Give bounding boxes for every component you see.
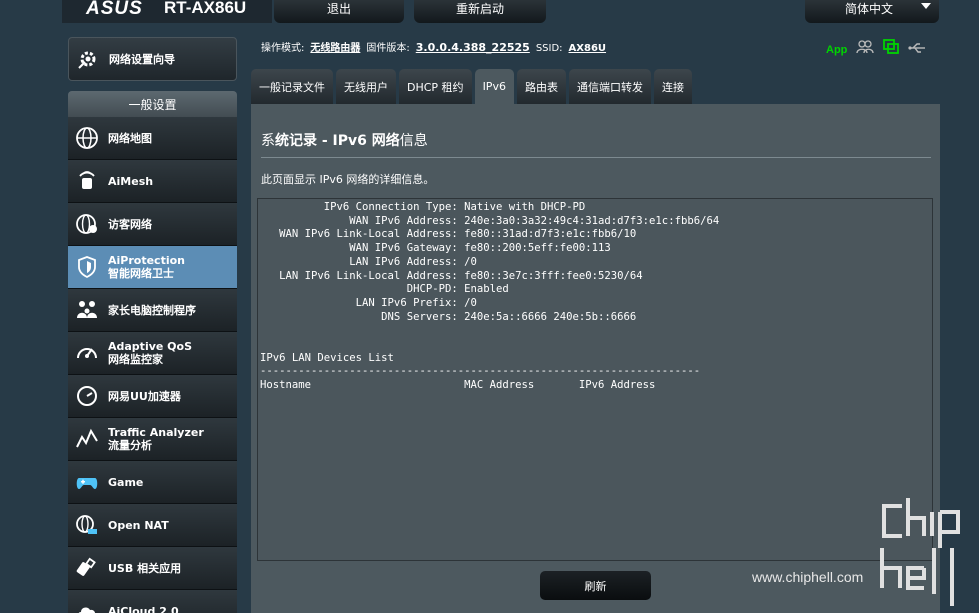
op-mode-label: 操作模式: (261, 43, 305, 54)
globe-network-icon (74, 125, 100, 151)
sidebar-item-parental-control[interactable]: 家长电脑控制程序 (68, 289, 237, 332)
sidebar-item-open-nat[interactable]: Open NAT (68, 504, 237, 547)
ssid-label: SSID: (535, 43, 563, 54)
sidebar-item-aiprotection[interactable]: AiProtection 智能网络卫士 (68, 246, 237, 289)
tab-routing-table[interactable]: 路由表 (516, 69, 566, 104)
sidebar-item-label: 网络地图 (108, 131, 152, 145)
sidebar-item-label: Open NAT (108, 518, 169, 532)
traffic-chart-icon (74, 426, 100, 452)
tab-connections[interactable]: 连接 (653, 69, 692, 104)
cloud-icon (74, 598, 100, 613)
content-panel: 系统记录 - IPv6 网络信息 此页面显示 IPv6 网络的详细信息。 IPv… (251, 104, 940, 613)
sidebar-item-label: 网易UU加速器 (108, 389, 181, 403)
language-value: 简体中文 (845, 2, 894, 16)
sidebar-item-label: USB 相关应用 (108, 561, 182, 575)
sidebar-item-uu-booster[interactable]: 网易UU加速器 (68, 375, 237, 418)
title-bold: 统记录 - IPv6 网络 (275, 133, 400, 149)
quick-setup-button[interactable]: 网络设置向导 (68, 37, 237, 81)
tab-general-log[interactable]: 一般记录文件 (251, 69, 333, 104)
shield-icon (74, 254, 100, 280)
sidebar-section-header: 一般设置 (68, 91, 237, 117)
speedometer-icon (74, 340, 100, 366)
asus-logo: ASUS (86, 0, 143, 19)
ssid-link[interactable]: AX86U (569, 43, 607, 54)
sidebar-item-usb-apps[interactable]: USB 相关应用 (68, 547, 237, 590)
firmware-link[interactable]: 3.0.0.4.388_22525 (416, 41, 530, 54)
sidebar-item-aimesh[interactable]: AiMesh (68, 160, 237, 203)
gauge-icon (74, 383, 100, 409)
sidebar-item-traffic-analyzer[interactable]: Traffic Analyzer 流量分析 (68, 418, 237, 461)
language-select[interactable]: 简体中文 (805, 0, 939, 23)
app-link[interactable]: App (826, 44, 847, 56)
page-title: 系统记录 - IPv6 网络信息 (261, 130, 428, 150)
sidebar-item-network-map[interactable]: 网络地图 (68, 117, 237, 160)
log-tabs: 一般记录文件 无线用户 DHCP 租约 IPv6 路由表 通信端口转发 连接 (251, 69, 692, 104)
sidebar-item-game[interactable]: Game (68, 461, 237, 504)
wizard-gear-icon (75, 46, 101, 72)
title-divider (261, 157, 931, 158)
sidebar-item-sublabel: 流量分析 (108, 439, 152, 452)
page-description: 此页面显示 IPv6 网络的详细信息。 (261, 173, 435, 186)
top-bar: ASUS RT-AX86U 退出 重新启动 简体中文 (0, 0, 979, 23)
chiphell-logo-icon (880, 498, 966, 613)
status-info-line: 操作模式: 无线路由器 固件版本: 3.0.0.4.388_22525 SSID… (261, 39, 606, 54)
gamepad-icon (74, 469, 100, 495)
chevron-down-icon (921, 3, 931, 9)
refresh-button[interactable]: 刷新 (540, 571, 651, 600)
sidebar-item-guest-network[interactable]: 访客网络 (68, 203, 237, 246)
title-suffix: 信息 (399, 133, 428, 149)
aimesh-icon (74, 168, 100, 194)
sidebar-nav: 网络地图 AiMesh 访客网络 AiProtection 智能网络卫士 家长电脑… (68, 117, 237, 613)
model-name: RT-AX86U (164, 0, 247, 17)
reboot-button[interactable]: 重新启动 (414, 0, 546, 23)
internet-status-icon[interactable] (883, 39, 900, 60)
ipv6-log-textarea[interactable]: IPv6 Connection Type: Native with DHCP-P… (257, 198, 933, 561)
tab-ipv6[interactable]: IPv6 (474, 69, 514, 104)
sidebar-item-label: AiProtection (108, 254, 185, 267)
sidebar-item-aicloud[interactable]: AiCloud 2.0 (68, 590, 237, 613)
sidebar-item-label: Adaptive QoS (108, 340, 193, 353)
usb-icon (74, 555, 100, 581)
quick-setup-label: 网络设置向导 (109, 52, 175, 66)
sidebar-item-label: AiCloud 2.0 (108, 604, 179, 613)
sidebar-item-adaptive-qos[interactable]: Adaptive QoS 网络监控家 (68, 332, 237, 375)
watermark-url: www.chiphell.com (752, 569, 864, 585)
sidebar-item-label: AiMesh (108, 174, 154, 188)
sidebar-item-label: 家长电脑控制程序 (108, 303, 196, 317)
clients-icon[interactable] (856, 40, 875, 59)
tab-dhcp-leases[interactable]: DHCP 租约 (399, 69, 472, 104)
family-icon (74, 297, 100, 323)
usb-status-icon[interactable] (908, 41, 926, 59)
firmware-label: 固件版本: (366, 43, 410, 54)
tab-wireless-clients[interactable]: 无线用户 (336, 69, 396, 104)
sidebar-item-sublabel: 智能网络卫士 (108, 267, 174, 280)
guest-network-icon (74, 211, 100, 237)
logout-button[interactable]: 退出 (274, 0, 404, 23)
status-icons: App (826, 39, 926, 60)
tab-port-forwarding[interactable]: 通信端口转发 (568, 69, 651, 104)
sidebar-item-label: Game (108, 475, 144, 489)
globe-gamepad-icon (74, 512, 100, 538)
sidebar-item-label: 访客网络 (108, 217, 152, 231)
sidebar-item-sublabel: 网络监控家 (108, 353, 163, 366)
title-prefix: 系 (261, 133, 275, 149)
op-mode-link[interactable]: 无线路由器 (310, 39, 360, 54)
sidebar-item-label: Traffic Analyzer (108, 426, 204, 439)
